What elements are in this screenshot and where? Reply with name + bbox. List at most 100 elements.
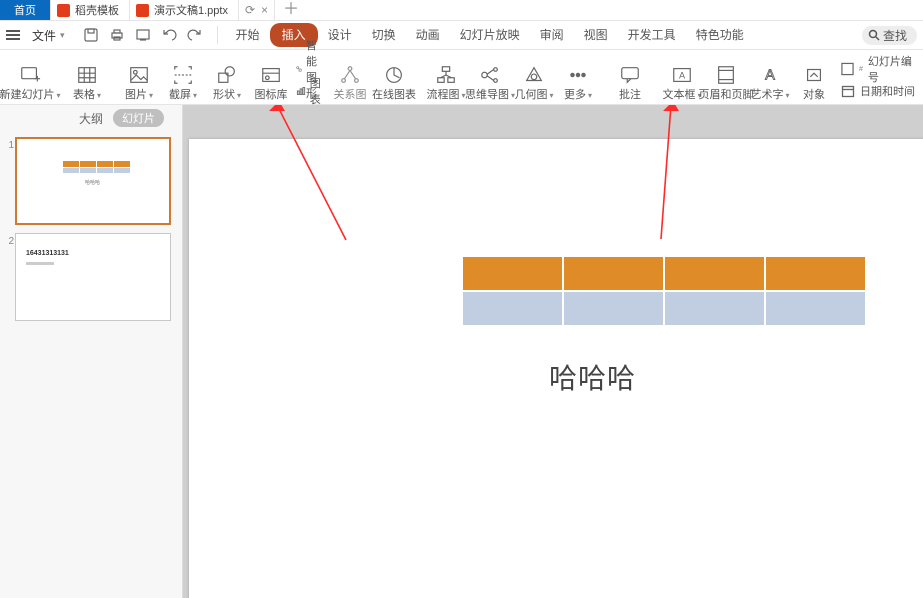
slide-thumbnail-2[interactable]: 16431313131 — [15, 233, 171, 321]
new-slide-icon — [19, 64, 41, 86]
menubar: 文件 ▾ 开始 插入 设计 切换 动画 幻灯片放映 审阅 视图 开发工具 特色功… — [0, 21, 923, 50]
icon-library-icon — [260, 64, 282, 86]
save-icon[interactable] — [83, 27, 99, 43]
file-menu-label: 文件 — [32, 27, 56, 44]
comment-button[interactable]: 批注 — [609, 64, 651, 104]
tab-animation[interactable]: 动画 — [406, 23, 450, 47]
slide-thumbnail-1[interactable]: 哈哈哈 — [15, 137, 171, 225]
refresh-icon[interactable]: ⟳ — [245, 3, 255, 17]
print-icon[interactable] — [109, 27, 125, 43]
search-label: 查找 — [883, 27, 907, 44]
slide-number-checkbox[interactable]: # 幻灯片编号 — [839, 59, 919, 79]
tab-review[interactable]: 审阅 — [530, 23, 574, 47]
geometric-button[interactable]: 几何图▾ — [513, 64, 555, 104]
titlebar: 首页 稻壳模板 演示文稿1.pptx ⟳ × ＋ — [0, 0, 923, 21]
checkbox-icon — [841, 62, 854, 76]
preview-icon[interactable] — [135, 27, 151, 43]
geometric-icon — [523, 64, 545, 86]
flowchart-button[interactable]: 流程图▾ — [425, 64, 467, 104]
close-icon[interactable]: × — [261, 3, 268, 17]
file-menu[interactable]: 文件 ▾ — [26, 25, 75, 46]
textbox-button[interactable]: A 文本框▾ — [661, 64, 703, 104]
datetime-button[interactable]: 日期和时间 — [839, 81, 919, 101]
titlebar-home-label: 首页 — [14, 2, 36, 18]
screenshot-button[interactable]: 截屏▾ — [162, 64, 204, 104]
shapes-icon — [216, 64, 238, 86]
new-slide-button[interactable]: 新建幻灯片▾ — [4, 64, 56, 104]
relation-button[interactable]: 关系图 — [329, 64, 371, 104]
tab-view[interactable]: 视图 — [574, 23, 618, 47]
tab-features[interactable]: 特色功能 — [686, 23, 754, 47]
shapes-button[interactable]: 形状▾ — [206, 64, 248, 104]
redo-icon[interactable] — [187, 27, 203, 43]
thumb2-title: 16431313131 — [26, 250, 69, 257]
online-chart-icon — [383, 64, 405, 86]
thumb-caption: 哈哈哈 — [85, 179, 100, 186]
table-button[interactable]: 表格▾ — [66, 64, 108, 104]
menu-tabs: 开始 插入 设计 切换 动画 幻灯片放映 审阅 视图 开发工具 特色功能 — [226, 23, 754, 47]
datetime-icon — [841, 84, 855, 98]
icon-library-button[interactable]: 图标库 — [250, 64, 292, 104]
slide-table[interactable] — [463, 257, 865, 325]
undo-icon[interactable] — [161, 27, 177, 43]
flowchart-icon — [435, 64, 457, 86]
object-icon — [803, 64, 825, 86]
titlebar-add-button[interactable]: ＋ — [275, 0, 307, 20]
wordart-button[interactable]: A 艺术字▾ — [749, 64, 791, 104]
comment-icon — [619, 64, 641, 86]
mindmap-icon — [479, 64, 501, 86]
chart-button[interactable]: 图表 — [296, 81, 325, 101]
titlebar-templates-label: 稻壳模板 — [75, 2, 119, 18]
tab-start[interactable]: 开始 — [226, 23, 270, 47]
slide-panel-header: 大纲 幻灯片 — [0, 105, 182, 131]
smart-graphic-icon — [296, 62, 302, 76]
ribbon-graphic-stack: 智能图形 图表 — [294, 56, 327, 104]
tab-slideshow[interactable]: 幻灯片放映 — [450, 23, 530, 47]
thumbnail-row: 2 16431313131 — [2, 233, 182, 321]
header-footer-button[interactable]: 页眉和页脚 — [705, 64, 747, 104]
relation-icon — [339, 64, 361, 86]
outline-tab[interactable]: 大纲 — [79, 110, 103, 127]
titlebar-filename: 演示文稿1.pptx — [154, 2, 228, 18]
thumbnail-number: 2 — [2, 233, 14, 247]
slide-caption[interactable]: 哈哈哈 — [549, 357, 636, 397]
tab-transition[interactable]: 切换 — [362, 23, 406, 47]
object-button[interactable]: 对象 — [793, 64, 835, 104]
slides-tab[interactable]: 幻灯片 — [113, 109, 164, 127]
slide[interactable]: 哈哈哈 — [189, 139, 923, 598]
header-footer-icon — [715, 64, 737, 86]
caret-down-icon: ▾ — [60, 30, 65, 41]
slide-panel: 大纲 幻灯片 1 — [0, 105, 183, 598]
textbox-icon: A — [671, 64, 693, 86]
main-area: 大纲 幻灯片 1 — [0, 105, 923, 598]
thumbnail-number: 1 — [2, 137, 14, 151]
slide-canvas-area[interactable]: 哈哈哈 — [183, 105, 923, 598]
plus-icon: ＋ — [283, 3, 299, 17]
search-icon — [868, 29, 880, 41]
mindmap-button[interactable]: 思维导图▾ — [469, 64, 511, 104]
svg-text:A: A — [765, 68, 775, 84]
app-icon — [57, 4, 70, 17]
more-button[interactable]: 更多▾ — [557, 64, 599, 104]
screenshot-icon — [172, 64, 194, 86]
quick-access-toolbar — [77, 27, 209, 43]
svg-text:A: A — [679, 71, 686, 81]
tab-devtools[interactable]: 开发工具 — [618, 23, 686, 47]
table-icon — [76, 64, 98, 86]
wordart-icon: A — [759, 64, 781, 86]
thumbnail-row: 1 哈哈哈 — [2, 137, 182, 225]
slide-thumbnails: 1 哈哈哈 — [0, 131, 182, 329]
picture-button[interactable]: 图片▾ — [118, 64, 160, 104]
app-menu-button[interactable] — [2, 30, 24, 40]
titlebar-file-tab[interactable]: 演示文稿1.pptx — [130, 0, 239, 20]
hash-icon: # — [859, 66, 863, 73]
ribbon: 新建幻灯片▾ 表格▾ 图片▾ 截屏▾ 形状▾ 图标库 智能图形 图表 关系图 — [0, 50, 923, 105]
titlebar-home-tab[interactable]: 首页 — [0, 0, 51, 20]
picture-icon — [128, 64, 150, 86]
search-box[interactable]: 查找 — [862, 26, 917, 45]
titlebar-templates-tab[interactable]: 稻壳模板 — [51, 0, 130, 20]
ribbon-slidenum-stack: # 幻灯片编号 日期和时间 — [837, 56, 921, 104]
online-chart-button[interactable]: 在线图表 — [373, 64, 415, 104]
titlebar-close-group: ⟳ × — [239, 0, 275, 20]
more-icon — [567, 64, 589, 86]
